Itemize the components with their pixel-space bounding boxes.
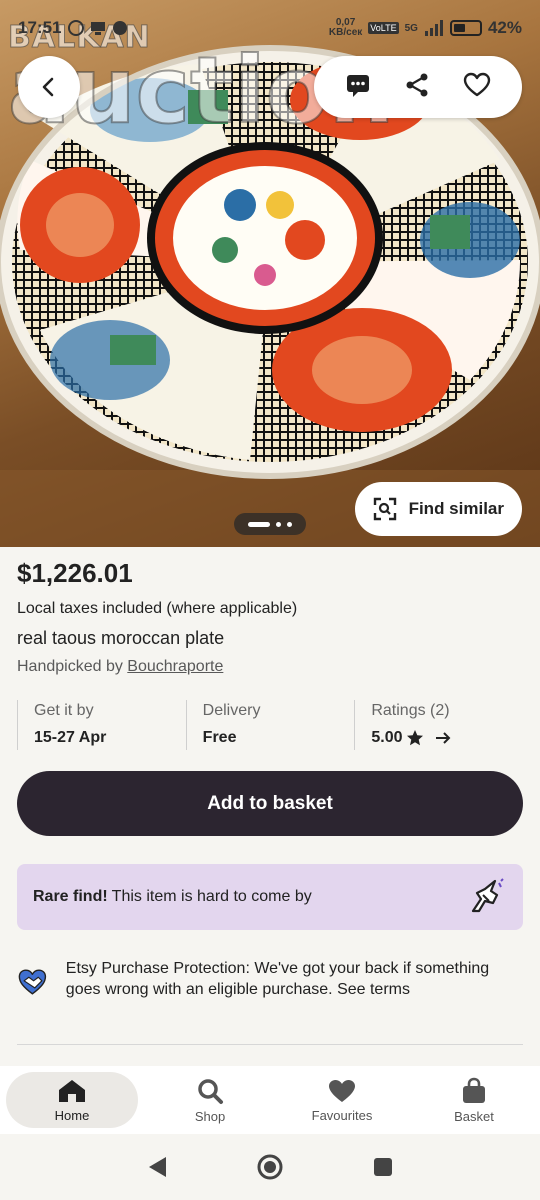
nav-home-label: Home: [54, 1107, 90, 1123]
computer-icon: [91, 22, 106, 35]
viber-icon: [68, 20, 85, 36]
back-button[interactable]: [18, 56, 80, 118]
rare-find-banner: Rare find! This item is hard to come by: [17, 864, 523, 930]
system-home-icon[interactable]: [256, 1153, 284, 1181]
nav-shop[interactable]: Shop: [144, 1066, 276, 1134]
ratings-value: 5.00: [371, 729, 403, 746]
item-actions: [314, 56, 522, 118]
divider: [17, 1044, 523, 1045]
network-speed: 0,07 KB/сек: [328, 17, 363, 38]
heart-icon: [329, 1079, 355, 1102]
tax-note: Local taxes included (where applicable): [17, 600, 298, 617]
ratings-label: Ratings (2): [371, 702, 450, 719]
system-recents-icon[interactable]: [372, 1156, 394, 1178]
handshake-heart-icon: [18, 969, 47, 995]
purchase-protection[interactable]: Etsy Purchase Protection: We've got your…: [17, 958, 523, 1006]
message-button[interactable]: [345, 72, 371, 103]
product-image-gallery[interactable]: BALKAN auction 17:51 0,07 KB/сек VoLTE 5G…: [0, 0, 540, 547]
status-right: 0,07 KB/сек VoLTE 5G 42%: [329, 18, 522, 38]
home-icon: [59, 1079, 85, 1102]
ratings[interactable]: Ratings (2) 5.00: [354, 700, 523, 750]
network-type: 5G: [404, 22, 418, 34]
signal-icon: [424, 20, 443, 36]
gallery-pager: [234, 513, 306, 535]
product-price: $1,226.01: [17, 558, 133, 588]
product-title: real taous moroccan plate: [17, 628, 225, 648]
unicorn-icon: [471, 878, 504, 913]
get-it-by-value: 15-27 Apr: [34, 729, 107, 746]
handpicked-line: Handpicked by Bouchraporte: [17, 658, 223, 676]
nav-home[interactable]: Home: [6, 1072, 138, 1128]
system-navigation-bar: [0, 1134, 540, 1200]
heart-outline-icon: [464, 72, 491, 96]
favourite-button[interactable]: [463, 72, 491, 103]
pager-dot-active: [248, 521, 270, 527]
chat-icon: [346, 74, 369, 97]
pager-dot: [276, 521, 281, 527]
volte-icon: VoLTE: [368, 22, 399, 34]
star-icon: [407, 730, 424, 746]
status-bar: 17:51 0,07 KB/сек VoLTE 5G 42%: [18, 14, 522, 42]
share-icon: [406, 73, 428, 96]
bottom-navigation: Home Shop Favourites Basket: [0, 1066, 540, 1134]
system-back-icon[interactable]: [146, 1155, 168, 1179]
share-button[interactable]: [404, 72, 430, 103]
protection-text: Etsy Purchase Protection: We've got your…: [65, 960, 490, 998]
handpicked-prefix: Handpicked by: [17, 658, 123, 675]
battery-percent: 42%: [487, 18, 522, 37]
status-notification-icons: [67, 19, 129, 37]
delivery: Delivery Free: [185, 700, 355, 750]
rare-find-bold: Rare find!: [33, 888, 108, 905]
delivery-value: Free: [202, 729, 237, 746]
delivery-info-row: Get it by 15-27 Apr Delivery Free Rating…: [17, 700, 523, 750]
visual-search-icon: [373, 497, 396, 521]
get-it-by: Get it by 15-27 Apr: [17, 700, 186, 750]
nav-favourites-label: Favourites: [311, 1107, 373, 1123]
nav-favourites[interactable]: Favourites: [276, 1066, 408, 1134]
battery-icon: [449, 20, 482, 36]
ratings-value-row: 5.00: [371, 729, 523, 747]
status-time: 17:51: [18, 18, 62, 37]
search-icon: [198, 1078, 223, 1104]
facebook-icon: [113, 21, 128, 35]
get-it-by-label: Get it by: [34, 702, 94, 719]
nav-basket[interactable]: Basket: [408, 1066, 540, 1134]
pager-dot: [287, 521, 292, 527]
shop-name-link[interactable]: Bouchraporte: [127, 658, 223, 675]
add-to-basket-button[interactable]: Add to basket: [17, 771, 523, 836]
find-similar-button[interactable]: Find similar: [354, 482, 522, 536]
nav-basket-label: Basket: [454, 1108, 494, 1124]
nav-shop-label: Shop: [194, 1108, 226, 1124]
arrow-right-icon: [436, 732, 451, 744]
find-similar-label: Find similar: [408, 499, 504, 518]
delivery-label: Delivery: [202, 702, 261, 719]
bag-icon: [463, 1077, 485, 1103]
rare-find-text: This item is hard to come by: [111, 888, 312, 905]
chevron-left-icon: [42, 77, 54, 97]
